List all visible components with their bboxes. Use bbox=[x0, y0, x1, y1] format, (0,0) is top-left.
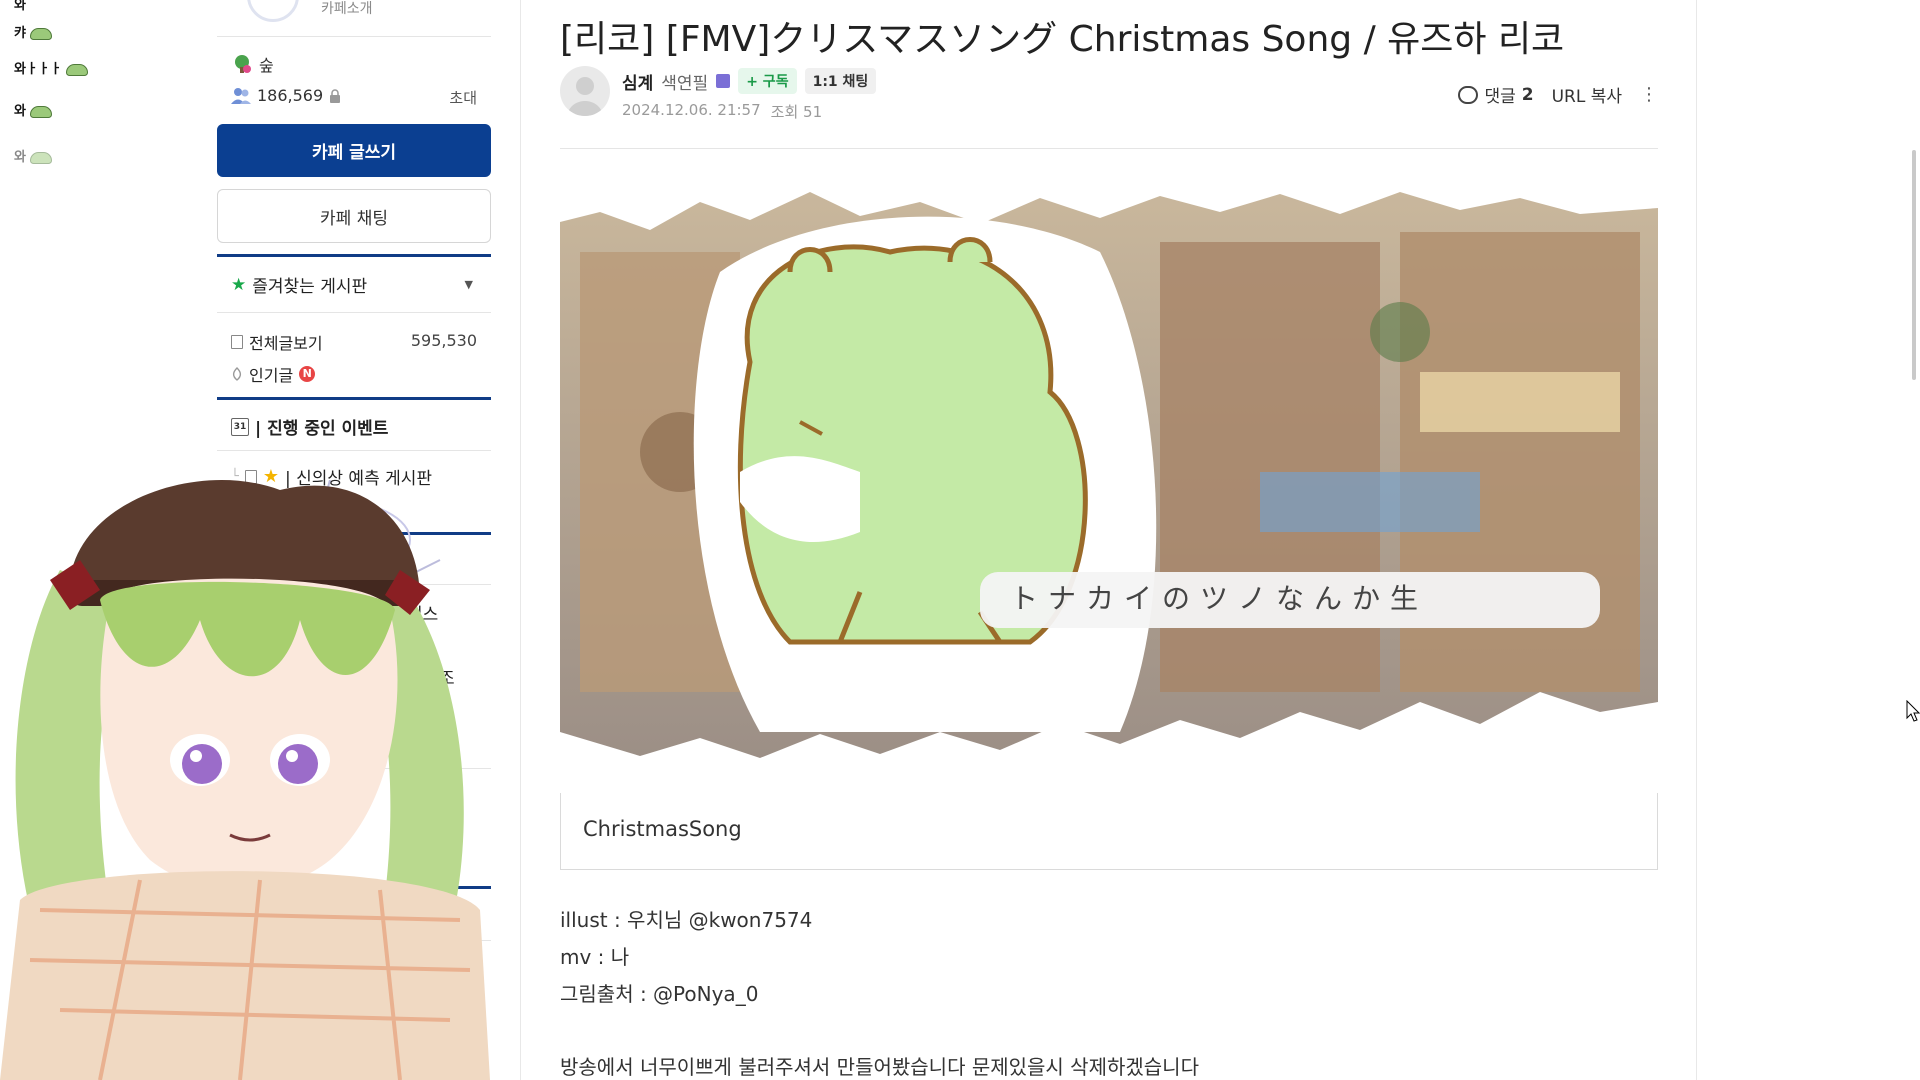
article: [리코] [FMV]クリスマスソング Christmas Song / 유즈하 … bbox=[560, 0, 1658, 1080]
chat-message: 와ㅏㅏㅏ bbox=[14, 58, 92, 77]
people-icon bbox=[231, 87, 251, 104]
body-text-line: mv : 나 bbox=[560, 945, 630, 969]
video-caption-box: ChristmasSong bbox=[560, 793, 1658, 870]
favorites-menu[interactable]: ★ 즐겨찾는 게시판 bbox=[231, 272, 368, 298]
lock-icon bbox=[330, 88, 341, 103]
cafe-logo[interactable] bbox=[247, 0, 299, 22]
nav-divider bbox=[217, 254, 491, 257]
nav-divider bbox=[217, 397, 491, 400]
vtuber-avatar bbox=[0, 480, 490, 1080]
video-player[interactable]: トナカイのツノなんか生 bbox=[560, 172, 1658, 797]
events-label: | 진행 중인 이벤트 bbox=[255, 419, 389, 439]
mouse-cursor-icon bbox=[1906, 700, 1920, 722]
divider bbox=[217, 312, 491, 313]
turtle-emote-icon bbox=[29, 105, 52, 118]
author-rank: 색연필 bbox=[661, 73, 709, 94]
article-actions: 댓글 2 URL 복사 ⋮ bbox=[1458, 82, 1658, 107]
popular-label: 인기글 bbox=[249, 366, 294, 385]
turtle-emote-icon bbox=[29, 151, 52, 164]
article-title: [리코] [FMV]クリスマスソング Christmas Song / 유즈하 … bbox=[560, 19, 1565, 60]
comments-button[interactable]: 댓글 2 bbox=[1458, 82, 1534, 107]
body-text-line: illust : 우치님 @kwon7574 bbox=[560, 908, 813, 932]
calendar-icon: 31 bbox=[231, 417, 249, 436]
all-posts-link[interactable]: 전체글보기 bbox=[231, 330, 323, 354]
all-posts-count: 595,530 bbox=[410, 331, 477, 350]
body-text-line: 그림출처 : @PoNya_0 bbox=[560, 982, 759, 1006]
chat-message: 와 bbox=[14, 146, 92, 165]
tree-rank-icon bbox=[235, 55, 251, 73]
member-rank: 숲 bbox=[231, 52, 274, 76]
kebab-menu-icon[interactable]: ⋮ bbox=[1640, 84, 1658, 105]
cafe-write-button[interactable]: 카페 글쓰기 bbox=[217, 124, 491, 177]
chat-message: 와 bbox=[14, 0, 26, 13]
comments-count: 2 bbox=[1521, 84, 1534, 105]
popular-posts-link[interactable]: 인기글 N bbox=[231, 362, 316, 386]
column-divider bbox=[1696, 0, 1697, 1080]
document-icon bbox=[231, 335, 243, 349]
body-text-line: 방송에서 너무이쁘게 불러주셔서 만들어봤습니다 문제있을시 삭제하겠습니다 bbox=[560, 1055, 1199, 1079]
subscribe-button[interactable]: + 구독 bbox=[738, 68, 797, 94]
rank-badge-icon bbox=[716, 74, 731, 88]
avatar[interactable] bbox=[560, 66, 610, 116]
members-count: 186,569 bbox=[257, 86, 324, 105]
screen: 와 캬 와ㅏㅏㅏ 와 와 카페소개 숲 186,569 초대 카페 글쓰기 카페… bbox=[0, 0, 1920, 1080]
scrollbar[interactable] bbox=[1912, 150, 1916, 380]
cafe-intro-link[interactable]: 카페소개 bbox=[321, 0, 373, 18]
author-name[interactable]: 심계 bbox=[622, 69, 653, 94]
chat-message: 캬 bbox=[14, 22, 92, 41]
all-posts-label: 전체글보기 bbox=[249, 334, 323, 353]
url-copy-button[interactable]: URL 복사 bbox=[1552, 82, 1622, 107]
post-date: 2024.12.06. 21:57 bbox=[622, 101, 761, 119]
chevron-down-icon[interactable]: ▼ bbox=[465, 278, 473, 291]
turtle-emote-icon bbox=[65, 63, 88, 76]
chat-message: 와 bbox=[14, 100, 92, 119]
comment-bubble-icon bbox=[1458, 85, 1479, 104]
rank-label: 숲 bbox=[259, 56, 274, 75]
cafe-chat-button[interactable]: 카페 채팅 bbox=[217, 189, 491, 243]
member-count: 186,569 bbox=[231, 86, 341, 105]
video-frame: トナカイのツノなんか生 bbox=[560, 192, 1658, 758]
new-badge: N bbox=[299, 366, 316, 382]
video-caption: ChristmasSong bbox=[583, 817, 742, 841]
one-on-one-chat-button[interactable]: 1:1 채팅 bbox=[804, 68, 877, 94]
divider bbox=[217, 36, 491, 37]
default-profile-icon bbox=[567, 77, 603, 116]
favorites-label: 즐겨찾는 게시판 bbox=[252, 277, 368, 297]
author-info: 심계 색연필 + 구독 1:1 채팅 bbox=[622, 68, 877, 94]
column-divider bbox=[520, 0, 521, 1080]
invite-link[interactable]: 초대 bbox=[449, 87, 477, 108]
comments-label: 댓글 bbox=[1484, 87, 1516, 107]
flame-icon bbox=[232, 367, 242, 381]
divider bbox=[217, 450, 491, 451]
post-views: 조회 51 bbox=[770, 103, 823, 121]
post-meta: 2024.12.06. 21:57 조회 51 bbox=[622, 101, 822, 122]
video-subtitle: トナカイのツノなんか生 bbox=[1010, 582, 1428, 615]
star-icon: ★ bbox=[231, 274, 247, 295]
turtle-emote-icon bbox=[29, 27, 52, 40]
divider bbox=[560, 148, 1658, 149]
stream-chat-overlay: 와 캬 와ㅏㅏㅏ 와 와 bbox=[0, 0, 110, 180]
events-header[interactable]: 31 | 진행 중인 이벤트 bbox=[231, 414, 388, 439]
